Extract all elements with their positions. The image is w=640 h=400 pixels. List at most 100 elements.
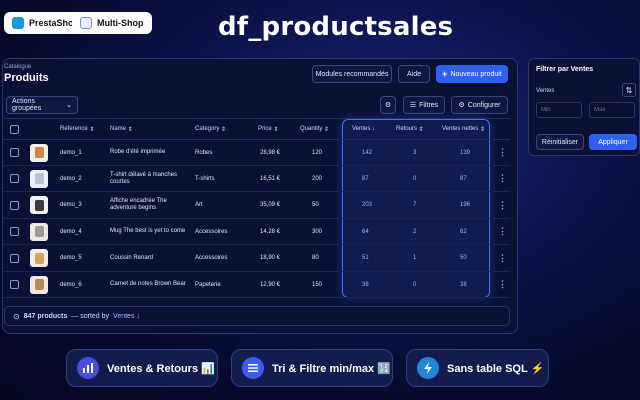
min-input[interactable] [536,102,582,118]
select-all-checkbox[interactable] [10,124,19,134]
row-checkbox[interactable] [10,200,19,210]
cell-qty: 80 [312,255,319,262]
product-thumbnail[interactable] [30,222,48,241]
table-row[interactable]: demo_5 Coussin Renard Accessoires 18,90 € 80… [4,246,510,272]
cell-name: T-shirt délavé à manches courtes [110,171,178,185]
table-header: Reference ⇕ Name ⇕ Category ⇕ Price ⇕ Qu… [4,118,510,140]
bulk-actions-dropdown[interactable]: Actions groupées ⌄ [6,96,78,114]
product-thumbnail[interactable] [30,143,48,162]
column-reference[interactable]: Reference ⇕ [60,119,94,139]
table-row[interactable]: demo_6 Carnet de notes Brown Bear Papeteri… [4,272,510,298]
sort-toggle-button[interactable]: ⇅ [622,83,636,97]
column-name-label: Name [110,126,127,132]
plus-icon: + [442,69,448,79]
row-checkbox-cell [10,166,19,191]
max-input[interactable] [589,102,635,118]
apply-label: Appliquer [598,138,628,146]
row-checkbox[interactable] [10,253,19,263]
product-count: 847 products [23,312,68,320]
sorted-by-text: — sorted by [71,312,110,320]
list-icon [242,357,264,379]
cell-price: 35,09 € [260,202,281,209]
table-row[interactable]: demo_2 T-shirt délavé à manches courtes T-… [4,166,510,193]
filters-button[interactable]: ☰ Filtres [403,96,445,114]
product-thumbnail[interactable] [30,249,48,268]
row-menu-icon[interactable]: ⋮ [498,140,507,165]
row-checkbox[interactable] [10,280,19,289]
sort-field[interactable]: Ventes ↓ [113,313,140,320]
column-ventes-label: Ventes [352,126,371,132]
product-thumbnail[interactable] [30,169,48,188]
row-checkbox[interactable] [10,148,19,157]
new-product-label: Nouveau produit [450,70,502,78]
new-product-button[interactable]: + Nouveau produit [436,65,508,83]
cell-category: Accessoires [195,255,228,262]
column-ventes[interactable]: Ventes ↓ [352,119,375,139]
cell-name: Mug The best is yet to come [110,228,186,235]
reset-button[interactable]: Réinitialiser [536,134,584,150]
cell-nettes: 38 [460,281,467,288]
cell-nettes: 87 [460,175,467,182]
chevron-down-icon: ⌄ [66,102,72,109]
column-price[interactable]: Price ⇕ [258,119,278,139]
cell-qty: 200 [312,175,323,182]
row-menu-icon[interactable]: ⋮ [498,219,507,244]
apply-button[interactable]: Appliquer [589,134,637,150]
gear-icon: ⚙ [384,102,392,109]
column-retours[interactable]: Retours ⇕ [396,119,424,139]
product-thumbnail[interactable] [30,196,48,215]
column-price-label: Price [258,126,272,132]
row-menu-icon[interactable]: ⋮ [498,246,507,271]
thumbnail-cell [30,219,48,244]
table-row[interactable]: demo_3 Affiche encadrée The adventure beg… [4,193,510,219]
column-name[interactable]: Name ⇕ [110,119,133,139]
cell-price: 28,98 € [260,149,281,156]
cell-category: Art [195,202,203,209]
help-button[interactable]: Aide [398,65,430,83]
sales-filter-panel: Filtrer par Ventes Ventes ⇅ Réinitialise… [528,58,640,156]
feature-no-sql-table: Sans table SQL ⚡ [406,349,549,387]
cell-ventes: 64 [362,228,369,235]
settings-button[interactable]: ⚙ [380,96,396,114]
lightning-icon [417,357,439,379]
cell-retours: 3 [413,149,417,156]
mug-icon [34,226,44,238]
thumbnail-cell [30,272,48,297]
cell-ventes: 51 [362,255,369,262]
cushion-icon [34,252,44,264]
bar-chart-icon [77,357,99,379]
help-label: Aide [406,70,421,78]
cell-name: Affiche encadrée The adventure begins [110,198,167,212]
row-checkbox[interactable] [10,174,19,184]
recommended-modules-button[interactable]: Modules recommandés [312,65,392,83]
column-quantity[interactable]: Quantity ⇕ [300,119,329,139]
column-category-label: Category [195,126,220,132]
cell-nettes: 62 [460,228,467,235]
configure-button[interactable]: ⚙ Configurer [451,96,508,114]
table-row[interactable]: demo_4 Mug The best is yet to come Accesso… [4,219,510,246]
row-checkbox[interactable] [10,227,19,237]
column-ventes-nettes[interactable]: Ventes nettes ⇕ [442,119,485,139]
table-row[interactable]: demo_1 Robe d'été imprimée Robes 28,98 € 120… [4,140,510,166]
breadcrumb[interactable]: Catalogue [4,64,31,70]
sort-icon: ⇕ [273,126,279,133]
sort-icon: ⇅ [625,85,633,95]
feature-sort-filter-label: Tri & Filtre min/max 🔢 [272,362,391,375]
cell-retours: 0 [413,175,417,182]
cell-category: Papeterie [195,281,221,288]
frame-icon [34,199,44,211]
cell-name: Robe d'été imprimée [110,148,166,155]
column-category[interactable]: Category ⇕ [195,119,226,139]
cell-ventes: 203 [362,202,373,209]
table-footer: ⊙ 847 products — sorted by Ventes ↓ [4,306,510,326]
filter-icon: ☰ [409,102,417,109]
cell-qty: 120 [312,149,323,156]
row-menu-icon[interactable]: ⋮ [498,193,507,218]
cell-category: T-shirts [195,175,215,182]
product-thumbnail[interactable] [30,275,48,294]
cell-name: Carnet de notes Brown Bear [110,280,186,287]
cell-retours: 7 [413,202,417,209]
row-menu-icon[interactable]: ⋮ [498,166,507,191]
thumbnail-cell [30,246,48,271]
row-menu-icon[interactable]: ⋮ [498,272,507,297]
